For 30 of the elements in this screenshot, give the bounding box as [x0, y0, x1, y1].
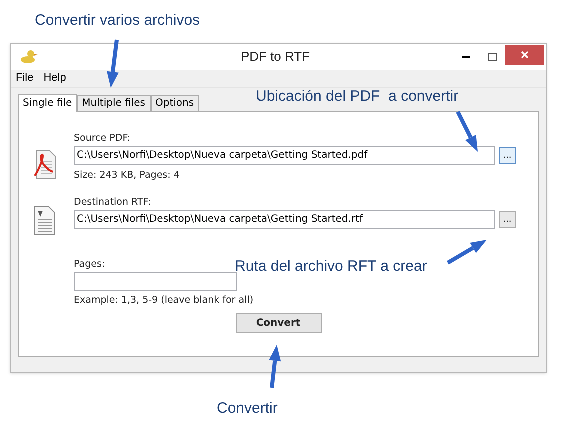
- close-icon: [520, 51, 528, 59]
- tab[interactable]: Multiple files: [77, 95, 150, 111]
- annotation-text: Ruta del archivo RFT a crear: [235, 257, 428, 277]
- annotation-text: Ubicación del PDF a convertir: [256, 87, 459, 107]
- tab[interactable]: Single file: [18, 94, 78, 112]
- arrow: [269, 345, 282, 388]
- arrow: [456, 111, 478, 152]
- annotation-text: Convertir: [217, 399, 278, 419]
- browse-button[interactable]: ...: [499, 147, 516, 164]
- pages-hint: Example: 1,3, 5-9 (leave blank for all): [74, 294, 254, 308]
- destination-field[interactable]: C:\Users\Norfi\Desktop\Nueva carpeta\Getting Started.rtf: [74, 210, 495, 229]
- tab[interactable]: Options: [150, 95, 200, 111]
- source-label: Source PDF:: [74, 132, 132, 146]
- close-button[interactable]: [505, 45, 544, 65]
- convert-button[interactable]: Convert: [236, 313, 322, 333]
- pages-field[interactable]: [74, 272, 237, 291]
- pdf-file-icon: [33, 150, 57, 180]
- browse-button[interactable]: ...: [499, 211, 516, 228]
- pages-label: Pages:: [74, 258, 106, 272]
- document-icon: [33, 206, 57, 236]
- window-title: PDF to RTF: [240, 48, 312, 66]
- destination-label: Destination RTF:: [74, 196, 152, 210]
- arrow: [107, 40, 119, 88]
- menu-item[interactable]: Help: [44, 70, 66, 87]
- annotation-text: Convertir varios archivos: [35, 11, 200, 31]
- arrow: [446, 240, 487, 265]
- duck-icon: [20, 50, 38, 64]
- source-field[interactable]: C:\Users\Norfi\Desktop\Nueva carpeta\Getting Started.pdf: [74, 146, 495, 165]
- menu-item[interactable]: File: [16, 70, 34, 87]
- file-info: Size: 243 KB, Pages: 4: [74, 169, 181, 183]
